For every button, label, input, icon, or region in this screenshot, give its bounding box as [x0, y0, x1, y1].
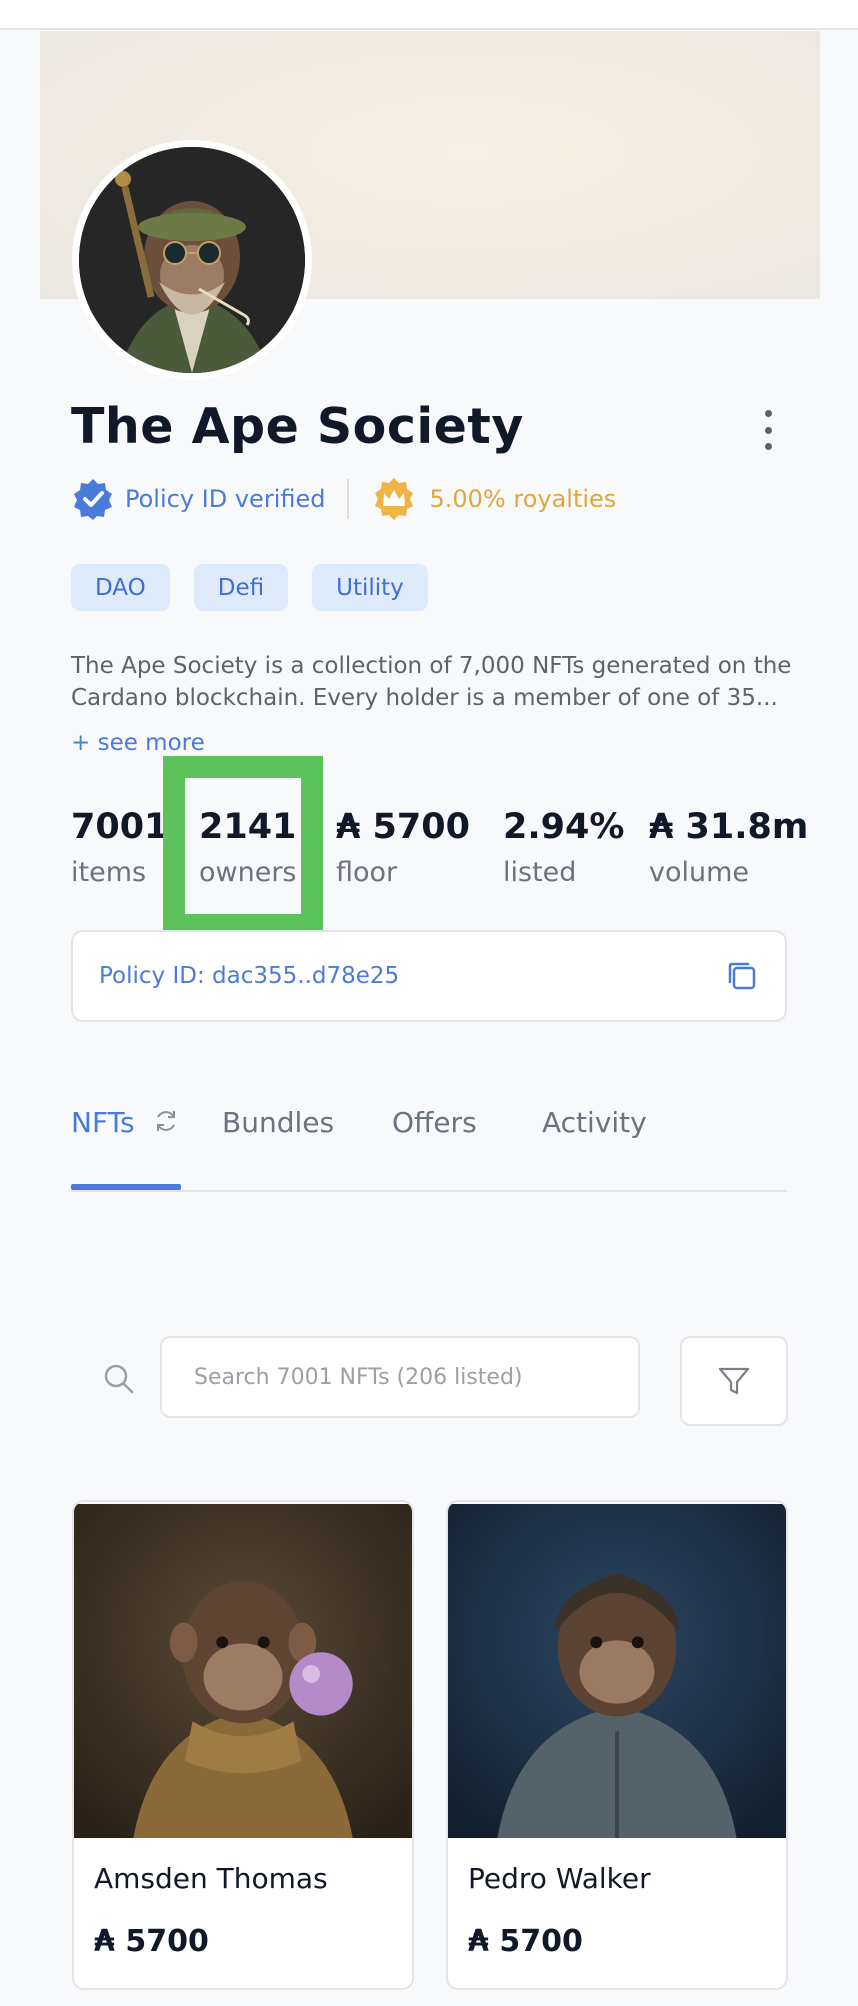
filter-icon — [718, 1367, 750, 1395]
search-icon — [104, 1364, 134, 1394]
stat-label: items — [71, 857, 147, 888]
tab-label: Activity — [542, 1106, 647, 1139]
copy-icon[interactable] — [725, 959, 759, 993]
crown-icon — [375, 478, 414, 520]
tag-defi[interactable]: Defi — [193, 564, 289, 611]
refresh-icon[interactable] — [153, 1108, 179, 1134]
filter-button[interactable] — [680, 1336, 788, 1426]
stat-listed: 2.94% listed — [503, 805, 624, 893]
tab-label: Offers — [392, 1106, 477, 1139]
stat-value: ₳ 31.8m — [649, 807, 809, 847]
tab-activity[interactable]: Activity — [542, 1106, 647, 1139]
kebab-menu-icon[interactable] — [756, 410, 780, 450]
nft-name: Pedro Walker — [468, 1862, 651, 1895]
stat-value: 7001 — [71, 807, 169, 847]
nft-image — [448, 1503, 786, 1839]
stat-floor: ₳ 5700 floor — [336, 805, 470, 893]
ape-avatar-image — [79, 147, 305, 373]
collection-avatar — [72, 140, 312, 380]
royalties: 5.00% royalties — [371, 476, 616, 522]
collection-tabs: NFTs Bundles Offers Activity — [71, 1092, 787, 1192]
stat-label: listed — [503, 857, 577, 888]
stat-items: 7001 items — [71, 805, 168, 893]
tab-label: Bundles — [222, 1106, 335, 1139]
stat-label: volume — [649, 857, 750, 888]
collection-tags: DAO Defi Utility — [71, 564, 428, 611]
nft-card-amsden-thomas[interactable]: Amsden Thomas ₳ 5700 — [72, 1500, 414, 1990]
tab-bundles[interactable]: Bundles — [222, 1106, 334, 1139]
active-tab-indicator — [71, 1184, 181, 1190]
collection-description: The Ape Society is a collection of 7,000… — [71, 653, 792, 711]
stat-volume: ₳ 31.8m volume — [649, 805, 808, 893]
verified-label: Policy ID verified — [125, 485, 326, 513]
collection-title: The Ape Society — [71, 398, 524, 455]
policy-id-box[interactable]: Policy ID: dac355..d78e25 — [71, 930, 787, 1022]
owners-highlight-box — [163, 756, 323, 936]
royalties-label: 5.00% royalties — [429, 485, 617, 513]
see-more-link[interactable]: + see more — [71, 730, 205, 756]
tag-utility[interactable]: Utility — [312, 564, 428, 611]
stat-value: ₳ 5700 — [336, 807, 470, 847]
nft-image — [74, 1503, 412, 1839]
top-bar — [0, 0, 858, 30]
nft-price: ₳ 5700 — [468, 1924, 583, 1959]
nft-name: Amsden Thomas — [94, 1862, 328, 1895]
stat-value: 2.94% — [503, 807, 625, 847]
tab-offers[interactable]: Offers — [392, 1106, 477, 1139]
collection-meta: Policy ID verified 5.00% royalties — [71, 474, 616, 524]
verified-badge-icon — [74, 479, 112, 520]
meta-divider — [347, 479, 350, 519]
nft-price: ₳ 5700 — [94, 1924, 209, 1959]
tag-dao[interactable]: DAO — [71, 564, 170, 611]
nft-card-pedro-walker[interactable]: Pedro Walker ₳ 5700 — [446, 1500, 788, 1990]
stat-label: floor — [336, 857, 398, 888]
search-input[interactable] — [160, 1336, 640, 1418]
policy-id-text: Policy ID: dac355..d78e25 — [99, 963, 400, 989]
tab-nfts[interactable]: NFTs — [71, 1106, 135, 1139]
tab-label: NFTs — [71, 1106, 135, 1139]
policy-verified: Policy ID verified — [71, 477, 325, 521]
